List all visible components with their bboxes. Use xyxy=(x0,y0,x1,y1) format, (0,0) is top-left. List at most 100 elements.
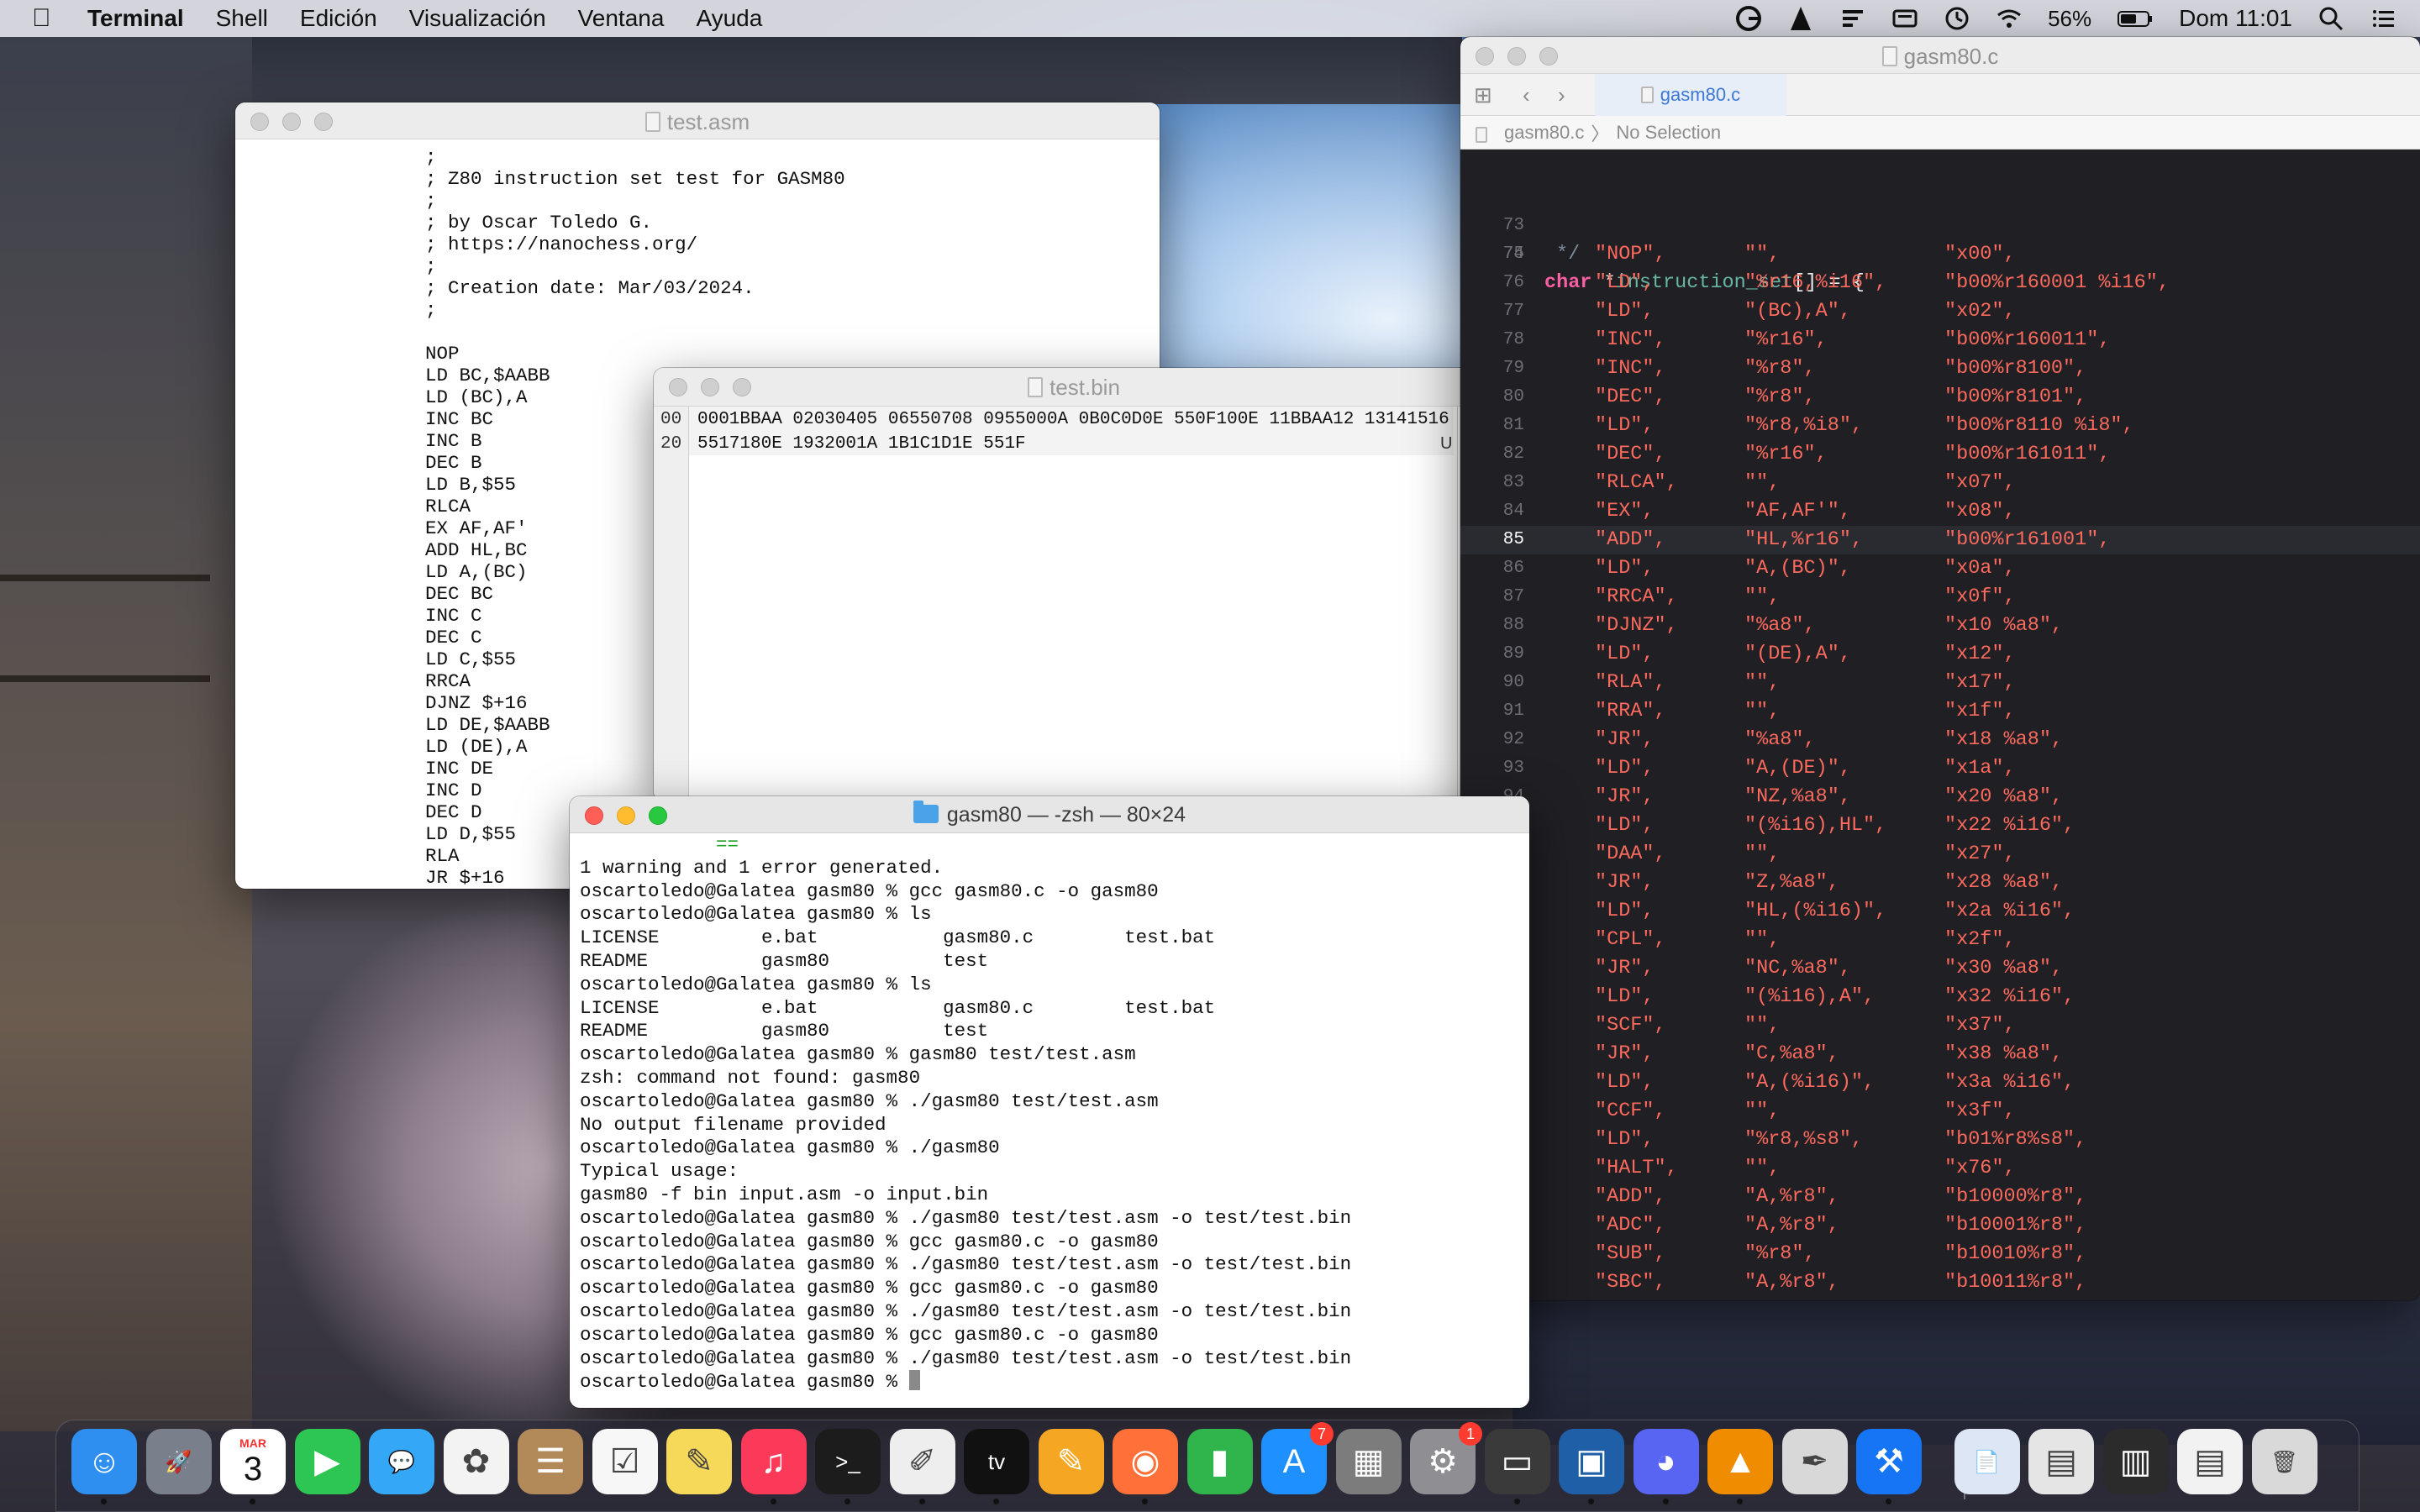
terminal-window[interactable]: gasm80 — -zsh — 80×24 == 1 warning and 1 … xyxy=(570,796,1529,1408)
grammarly-icon[interactable] xyxy=(1735,5,1762,32)
code-line: "LD", "(%i16),HL", "x22 %i16", xyxy=(1460,811,2420,840)
wallpaper-shelf xyxy=(0,675,210,682)
window-preview-3-icon[interactable]: ▤ xyxy=(2177,1429,2243,1494)
gasm80-editor-window[interactable]: gasm80.c ⊞ ‹ › gasm80.c gasm80.c 〉 No Se… xyxy=(1460,37,2420,1300)
window-preview-2-icon[interactable]: ▥ xyxy=(2102,1429,2169,1494)
lines-menubar-icon[interactable] xyxy=(1839,5,1866,32)
back-arrow-icon[interactable]: ‹ xyxy=(1523,82,1530,108)
terminal-titlebar[interactable]: gasm80 — -zsh — 80×24 xyxy=(570,796,1529,833)
facetime-icon[interactable]: ▶ xyxy=(294,1429,360,1494)
terminal-output[interactable]: == 1 warning and 1 error generated. oscart… xyxy=(570,833,1529,1408)
menu-visualizacion[interactable]: Visualización xyxy=(409,5,546,32)
terminal-line: == xyxy=(580,833,739,855)
mnemonic-string: "LD", xyxy=(1595,1071,1655,1094)
line-number: 77 xyxy=(1502,302,1524,321)
line-number: 89 xyxy=(1502,644,1524,664)
forward-arrow-icon[interactable]: › xyxy=(1558,82,1565,108)
mnemonic-string: "DAA", xyxy=(1595,843,1666,865)
virtualbox-icon[interactable]: ▣ xyxy=(1559,1429,1624,1504)
hex-data-row[interactable]: 0001BBAA 02030405 06550708 0955000A 0B0C… xyxy=(697,410,1449,429)
line-number: 93 xyxy=(1502,759,1524,778)
apple-menu-icon[interactable]:  xyxy=(32,4,66,33)
test-bin-titlebar[interactable]: test.bin xyxy=(654,368,1494,407)
trash-icon[interactable]: 🗑 xyxy=(2251,1429,2317,1494)
mnemonic-string: "ADC", xyxy=(1595,1214,1666,1236)
window-preview-1-icon[interactable]: ▤ xyxy=(2028,1429,2094,1494)
calculator-icon[interactable]: ▦ xyxy=(1335,1429,1402,1494)
firefox-icon[interactable]: ◉ xyxy=(1113,1429,1178,1504)
code-area[interactable]: 73 */ 74 char *instruction_set[] = { 75 "… xyxy=(1460,200,2420,1300)
document-icon xyxy=(644,112,660,132)
operand-string: "", xyxy=(1744,585,1781,608)
running-indicator xyxy=(1588,1499,1594,1504)
breadcrumb-file[interactable]: gasm80.c xyxy=(1504,122,1584,144)
messages-icon[interactable]: 💬 xyxy=(369,1429,434,1494)
pages-icon[interactable]: ✎ xyxy=(1038,1429,1104,1494)
mnemonic-string: "LD", xyxy=(1595,643,1655,665)
disk-utility-icon[interactable]: ▭ xyxy=(1484,1429,1550,1504)
operand-string: "", xyxy=(1744,671,1781,694)
finder-icon[interactable]: ☺ xyxy=(71,1429,137,1504)
battery-percent[interactable]: 56% xyxy=(2048,6,2091,32)
operand-string: "C,%a8", xyxy=(1744,1042,1839,1065)
code-line: 81 "LD", "%r8,%i8", "b00%r8110 %i8", xyxy=(1460,412,2420,440)
editor-titlebar[interactable]: gasm80.c xyxy=(1460,37,2420,74)
operand-string: "(%i16),A", xyxy=(1744,985,1876,1008)
menu-app-name[interactable]: Terminal xyxy=(87,5,184,32)
battery-icon[interactable] xyxy=(2117,5,2154,32)
xcode-icon[interactable]: ⚒ xyxy=(1856,1429,1922,1504)
operand-string: "(DE),A", xyxy=(1744,643,1851,665)
spotlight-search-icon[interactable] xyxy=(2317,5,2344,32)
mnemonic-string: "LD", xyxy=(1595,300,1655,323)
keyboard-viewer-icon[interactable] xyxy=(1891,5,1918,32)
menu-edicion[interactable]: Edición xyxy=(300,5,377,32)
textedit-icon[interactable]: ✐ xyxy=(889,1429,955,1504)
menu-shell[interactable]: Shell xyxy=(216,5,268,32)
music-icon[interactable]: ♫ xyxy=(740,1429,807,1504)
calendar-icon[interactable]: MAR 3 xyxy=(220,1429,286,1504)
contacts-icon[interactable]: ☰ xyxy=(518,1429,583,1494)
test-bin-window[interactable]: test.bin 00 0001BBAA 02030405 06550708 0… xyxy=(654,368,1494,801)
code-line: 73 */ xyxy=(1460,183,2420,265)
terminal-icon[interactable]: >_ xyxy=(815,1429,881,1504)
menubar-clock[interactable]: Dom 11:01 xyxy=(2179,5,2292,32)
test-asm-titlebar[interactable]: test.asm xyxy=(235,102,1160,139)
mnemonic-string: "RRCA", xyxy=(1595,585,1678,608)
appletv-icon[interactable]: tv xyxy=(964,1429,1029,1504)
photos-icon[interactable]: ✿ xyxy=(443,1429,509,1494)
encoding-string: "x0f", xyxy=(1944,585,2016,608)
running-indicator xyxy=(1142,1499,1148,1504)
mnemonic-string: "LD", xyxy=(1595,985,1655,1008)
breadcrumb-selection[interactable]: No Selection xyxy=(1616,122,1721,144)
encoding-string: "x1a", xyxy=(1944,757,2016,780)
mnemonic-string: "ADD", xyxy=(1595,1185,1666,1208)
line-number: 82 xyxy=(1502,444,1524,464)
reminders-icon[interactable]: ☑ xyxy=(592,1429,658,1494)
wifi-icon[interactable] xyxy=(1996,5,2023,32)
time-machine-icon[interactable] xyxy=(1944,5,1970,32)
system-preferences-icon[interactable]: ⚙ 1 xyxy=(1410,1422,1482,1494)
appstore-icon[interactable]: A7 xyxy=(1261,1422,1334,1494)
launchpad-icon[interactable]: 🚀 xyxy=(145,1429,212,1494)
control-center-icon[interactable] xyxy=(2370,5,2396,32)
grid-icon[interactable]: ⊞ xyxy=(1474,82,1492,108)
operand-string: "NC,%a8", xyxy=(1744,957,1851,979)
numbers-icon[interactable]: ▮ xyxy=(1186,1429,1253,1494)
documents-folder-icon[interactable]: 📄 xyxy=(1954,1429,2020,1494)
encoding-string: "x3a %i16", xyxy=(1944,1071,2075,1094)
menu-ayuda[interactable]: Ayuda xyxy=(696,5,762,32)
terminal-line: oscartoledo@Galatea gasm80 % ls xyxy=(580,973,932,995)
notes-icon[interactable]: ✎ xyxy=(666,1429,732,1494)
c-file-icon xyxy=(1881,46,1897,66)
vlc-icon[interactable]: ▲ xyxy=(1707,1429,1773,1504)
operand-string: "", xyxy=(1744,471,1781,494)
discord-icon[interactable]: ◕ xyxy=(1633,1429,1699,1504)
operand-string: "A,%r8", xyxy=(1744,1271,1839,1294)
operand-string: "A,(%i16)", xyxy=(1744,1071,1876,1094)
vlc-menubar-icon[interactable] xyxy=(1787,5,1814,32)
tab-gasm80-c[interactable]: gasm80.c xyxy=(1595,74,1786,116)
hex-offset-gutter xyxy=(654,407,689,801)
menu-ventana[interactable]: Ventana xyxy=(578,5,665,32)
script-editor-icon[interactable]: ✒ xyxy=(1781,1429,1848,1494)
hex-data-row[interactable]: 5517180E 1932001A 1B1C1D1E 551F xyxy=(697,434,1026,454)
